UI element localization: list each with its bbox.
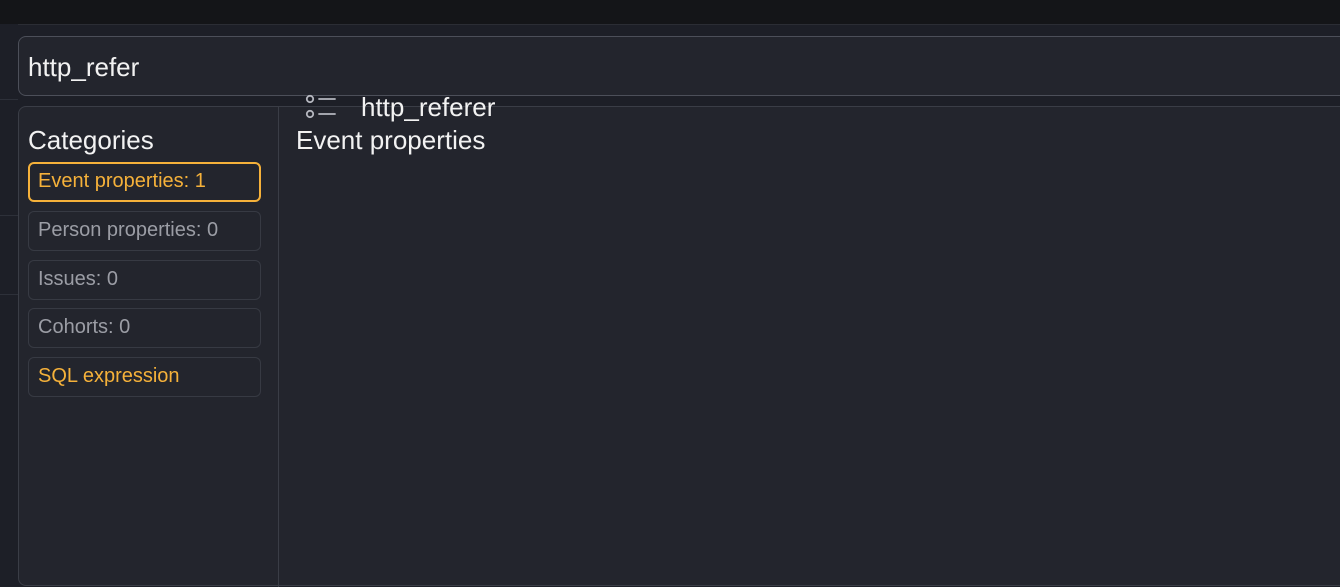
category-cohorts[interactable]: Cohorts: 0 [28,308,261,348]
background-segment [0,24,18,100]
result-item-label: http_referer [361,92,496,122]
category-issues[interactable]: Issues: 0 [28,260,261,300]
results-title: Event properties [296,125,486,155]
category-person-properties[interactable]: Person properties: 0 [28,211,261,251]
categories-title: Categories [28,125,154,155]
background-segment [0,216,18,295]
background-sidebar-strip [0,24,18,574]
background-segment [0,100,18,216]
search-input[interactable] [28,45,928,89]
categories-column: Categories Event properties: 1 Person pr… [19,107,279,587]
top-bar [0,0,1340,25]
category-sql-expression[interactable]: SQL expression [28,357,261,397]
result-item-http-referer[interactable]: http_referer [295,84,895,128]
category-event-properties[interactable]: Event properties: 1 [28,162,261,202]
property-list-icon [305,94,336,119]
taxonomic-filter-panel: Categories Event properties: 1 Person pr… [18,106,1340,587]
